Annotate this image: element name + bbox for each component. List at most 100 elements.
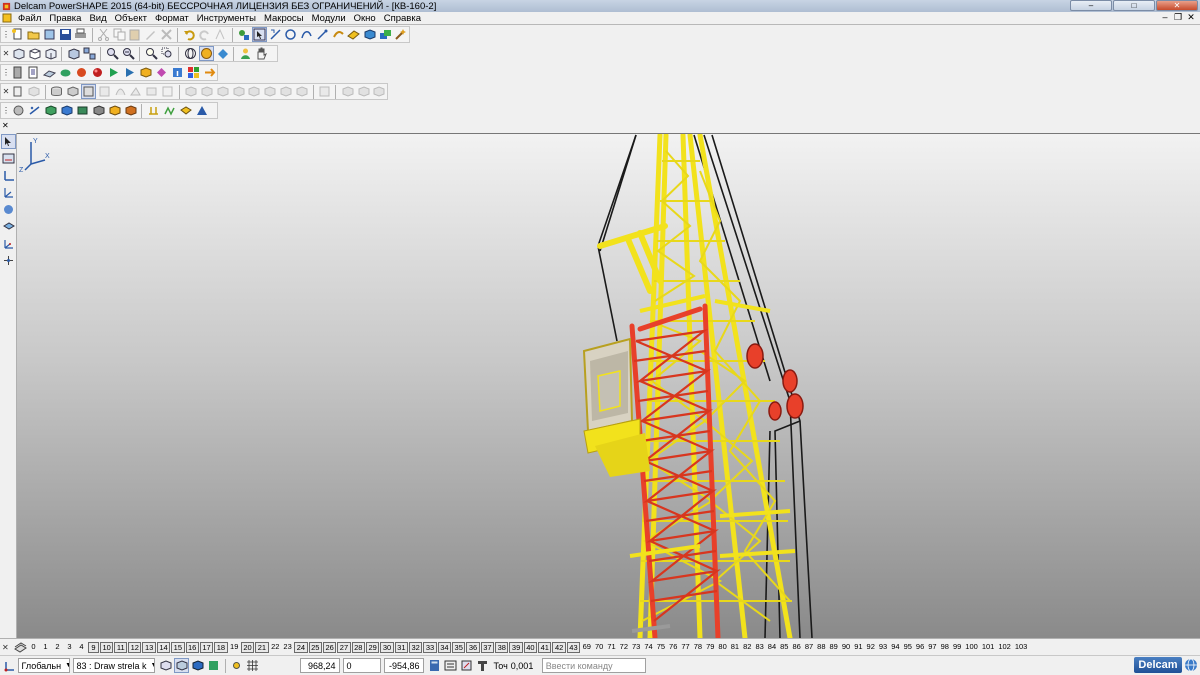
menu-object[interactable]: Объект (111, 13, 151, 24)
magic-tool-icon[interactable] (394, 27, 409, 42)
layer-button[interactable]: 90 (840, 642, 851, 653)
feature-a-icon[interactable] (340, 84, 355, 99)
layer-button[interactable]: 81 (729, 642, 740, 653)
cube-shape-icon[interactable] (138, 65, 153, 80)
print-icon[interactable] (73, 27, 88, 42)
info-icon[interactable] (170, 65, 185, 80)
layer-button[interactable]: 83 (754, 642, 765, 653)
snap-mode-icon[interactable] (174, 658, 189, 673)
tolerance-icon[interactable] (475, 658, 490, 673)
layer-button[interactable]: 28 (351, 641, 365, 653)
snap-obj-icon[interactable] (206, 658, 221, 673)
shading-icon[interactable] (198, 46, 214, 61)
toolbar-grip[interactable]: ⋮ (2, 103, 10, 118)
layer-button[interactable]: 69 (581, 642, 592, 653)
layer-button[interactable]: 0 (28, 642, 39, 653)
toolbar-grip[interactable]: ⋮ (2, 65, 10, 80)
color-icon[interactable] (58, 65, 73, 80)
layer-button[interactable]: 72 (618, 642, 629, 653)
layer-button[interactable]: 27 (337, 641, 351, 653)
menu-view[interactable]: Вид (85, 13, 110, 24)
layer-button[interactable]: 40 (523, 641, 538, 653)
redo-icon[interactable] (198, 27, 213, 42)
view-iso-icon[interactable] (43, 46, 58, 61)
tool-icon[interactable] (1, 219, 16, 234)
layer-button[interactable]: 91 (853, 642, 864, 653)
solid-c-icon[interactable] (75, 103, 90, 118)
layer-button[interactable]: 24 (294, 641, 308, 653)
globe-view-icon[interactable] (183, 46, 198, 61)
edit-icon[interactable] (143, 27, 158, 42)
close-toolbar-icon[interactable]: ✕ (2, 46, 10, 61)
red-ball-icon[interactable] (90, 65, 105, 80)
solid-f-icon[interactable] (123, 103, 138, 118)
menu-macros[interactable]: Макросы (260, 13, 308, 24)
save-icon[interactable] (58, 27, 73, 42)
layer-button[interactable]: 1 (40, 642, 51, 653)
menu-help[interactable]: Справка (380, 13, 425, 24)
layer-button[interactable]: 4 (76, 642, 87, 653)
layer-button[interactable]: 37 (480, 641, 495, 653)
cube-grey-icon[interactable] (26, 84, 41, 99)
close-toolbar-icon[interactable]: ✕ (2, 643, 12, 652)
diamond-icon[interactable] (154, 65, 169, 80)
workplane-status-icon[interactable] (2, 658, 17, 673)
blend-icon[interactable] (113, 84, 128, 99)
solid-tree-icon[interactable] (317, 84, 332, 99)
solid-b-icon[interactable] (59, 103, 74, 118)
tolerance-value[interactable]: 0,001 (511, 658, 539, 673)
layer-button[interactable]: 12 (128, 641, 142, 653)
layer-button[interactable]: 78 (692, 642, 703, 653)
level-select[interactable]: 83 : Draw strela k ▼ (72, 658, 155, 673)
layer-icon[interactable] (11, 65, 26, 80)
globe-icon[interactable] (1184, 658, 1198, 672)
sphere-icon[interactable] (42, 65, 57, 80)
close-toolbar-icon[interactable]: ✕ (2, 84, 10, 99)
layer-button[interactable]: 80 (717, 642, 728, 653)
compass-icon[interactable] (459, 658, 474, 673)
layer-button[interactable]: 94 (890, 642, 901, 653)
drum-icon[interactable] (49, 84, 64, 99)
layer-button[interactable]: 10 (100, 641, 114, 653)
hand-pan-icon[interactable] (254, 46, 269, 61)
paste-icon[interactable] (128, 27, 143, 42)
layer-button[interactable]: 96 (914, 642, 925, 653)
toolbar-grip[interactable]: ⋮ (2, 27, 10, 42)
open-folder-icon[interactable] (26, 27, 41, 42)
snap-icon[interactable] (1, 253, 16, 268)
layer-button[interactable]: 18 (214, 641, 228, 653)
layer-button[interactable]: 42 (552, 641, 566, 653)
rotate-icon[interactable] (231, 84, 246, 99)
layer-button[interactable]: 25 (308, 641, 322, 653)
layer-button[interactable]: 102 (997, 642, 1013, 653)
x-coordinate[interactable]: 968,24 (299, 658, 340, 673)
split-icon[interactable] (215, 84, 230, 99)
sheet-icon[interactable] (10, 84, 25, 99)
solid-i-icon[interactable] (178, 103, 193, 118)
grid-icon[interactable] (245, 658, 260, 673)
layer-button[interactable]: 35 (452, 641, 466, 653)
layer-button[interactable]: 38 (495, 641, 509, 653)
assembly-icon[interactable] (378, 27, 393, 42)
measure-icon[interactable] (236, 27, 251, 42)
layer-button[interactable]: 11 (114, 641, 128, 653)
layer-button[interactable]: 2 (52, 642, 63, 653)
menu-edit[interactable]: Правка (45, 13, 85, 24)
feature-c-icon[interactable] (372, 84, 387, 99)
menu-window[interactable]: Окно (350, 13, 380, 24)
layer-button[interactable]: 85 (779, 642, 790, 653)
layer-button[interactable]: 17 (199, 641, 214, 653)
snap-point-icon[interactable] (229, 658, 244, 673)
feature-b-icon[interactable] (356, 84, 371, 99)
workplane-select[interactable]: Глобальн▼ (17, 658, 70, 673)
axis-icon[interactable] (1, 168, 16, 183)
subtract-icon[interactable] (294, 84, 309, 99)
extrude-icon[interactable] (144, 84, 159, 99)
layer-button[interactable]: 16 (185, 641, 199, 653)
mdi-close-button[interactable]: ✕ (1186, 12, 1196, 23)
offset-icon[interactable] (183, 84, 198, 99)
layer-button[interactable]: 22 (270, 642, 281, 653)
multi-view-icon[interactable] (82, 46, 97, 61)
layer-button[interactable]: 30 (380, 641, 394, 653)
surface-icon[interactable] (346, 27, 361, 42)
